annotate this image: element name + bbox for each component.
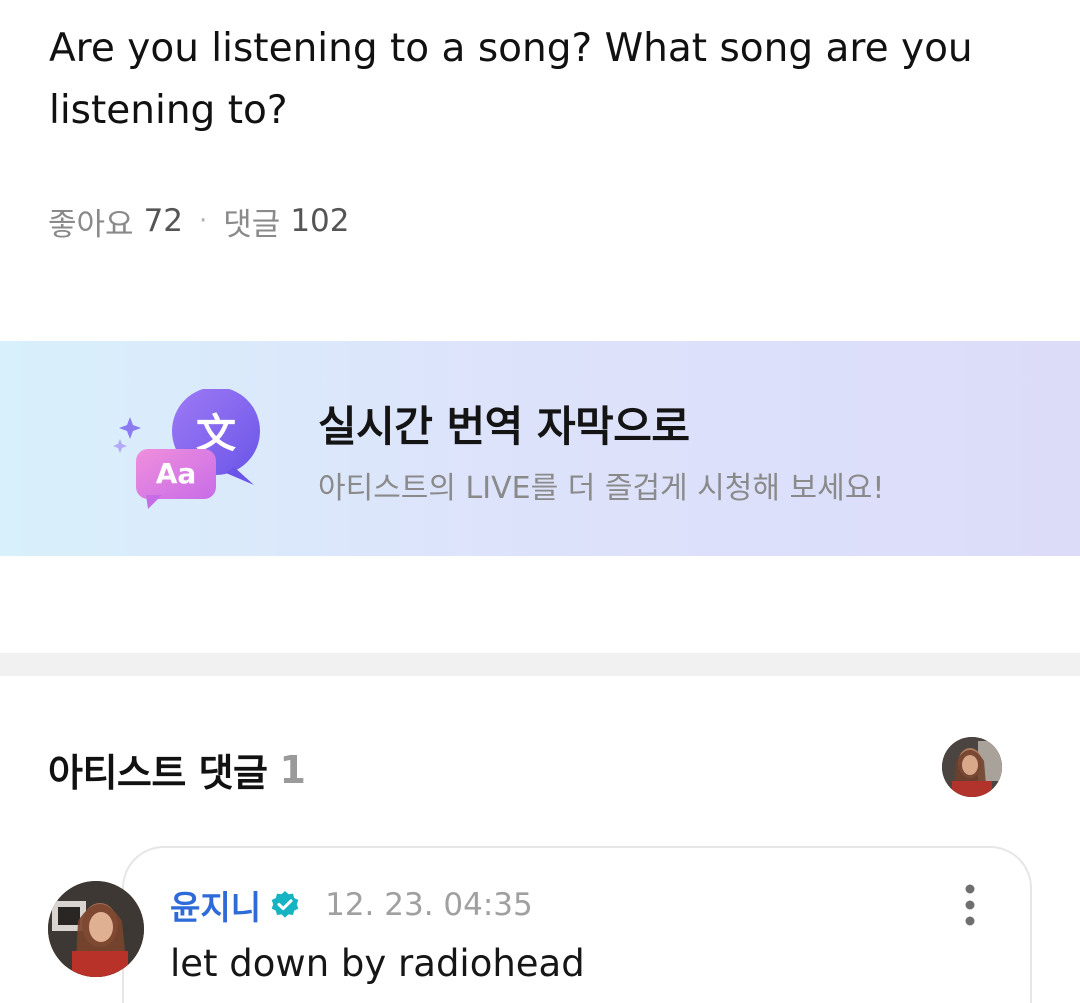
verified-icon <box>271 891 299 918</box>
likes-stat[interactable]: 좋아요 72 <box>48 199 183 244</box>
likes-label: 좋아요 <box>48 206 134 243</box>
comment-author-avatar[interactable] <box>48 881 144 977</box>
comments-count: 102 <box>290 203 350 239</box>
artist-avatar-small[interactable] <box>942 737 1002 797</box>
translate-icon: 文 Aa <box>113 389 260 509</box>
artist-comments-title: 아티스트 댓글 <box>48 751 268 795</box>
more-vertical-icon[interactable] <box>956 882 984 928</box>
artist-comments-header: 아티스트 댓글 1 <box>48 742 306 797</box>
comment-author-name[interactable]: 윤지니 <box>170 881 261 929</box>
comments-stat[interactable]: 댓글 102 <box>223 199 349 244</box>
section-divider <box>0 653 1080 676</box>
comment-text: let down by radiohead <box>170 942 585 985</box>
svg-text:Aa: Aa <box>156 457 197 490</box>
likes-count: 72 <box>143 203 184 239</box>
comment-header: 윤지니 12. 23. 04:35 <box>170 883 533 927</box>
stats-separator: · <box>199 206 208 236</box>
banner-title: 실시간 번역 자막으로 <box>318 402 690 451</box>
sparkle-icon <box>113 417 141 453</box>
artist-comments-count: 1 <box>279 747 306 792</box>
comments-label: 댓글 <box>223 206 281 243</box>
post-detail-page: Are you listening to a song? What song a… <box>0 0 1080 1003</box>
live-translation-banner[interactable]: 文 Aa 실시간 번역 자막으로 아티스트의 LIVE를 더 즐겁게 시청해 보… <box>0 341 1080 556</box>
comment-timestamp: 12. 23. 04:35 <box>325 887 533 923</box>
post-stats: 좋아요 72 · 댓글 102 <box>48 199 350 244</box>
banner-subtitle: 아티스트의 LIVE를 더 즐겁게 시청해 보세요! <box>318 471 885 506</box>
post-text: Are you listening to a song? What song a… <box>49 26 973 133</box>
